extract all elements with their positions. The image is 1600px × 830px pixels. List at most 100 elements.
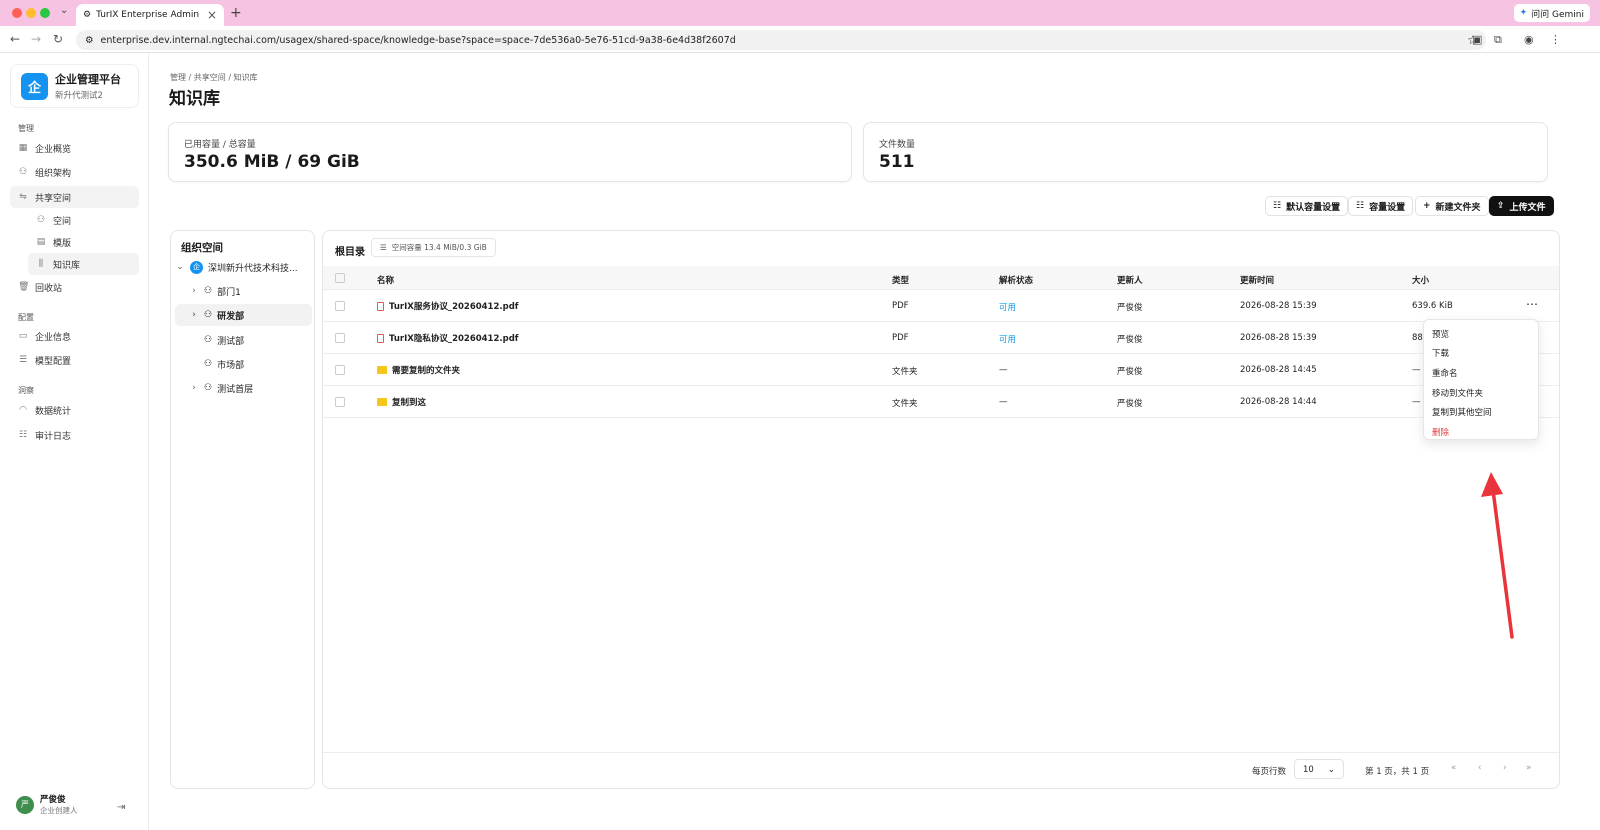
file-size: — xyxy=(1412,365,1421,375)
table-row[interactable]: TurIX服务协议_20260412.pdf PDF 可用 严俊俊 2026-0… xyxy=(323,290,1559,322)
quota-settings-button[interactable]: ☷ 容量设置 xyxy=(1348,196,1414,216)
menu-item-preview[interactable]: 预览 xyxy=(1424,324,1538,344)
user-profile[interactable]: 严 严俊俊 企业创建人 xyxy=(16,793,78,816)
pdf-file-icon xyxy=(377,301,384,311)
tree-node-root[interactable]: ⌄ 企 深圳新升代技术科技... xyxy=(175,256,312,278)
menu-item-copy-to-space[interactable]: 复制到其他空间 xyxy=(1424,402,1538,422)
menu-kebab-icon[interactable]: ⋮ xyxy=(1550,33,1561,46)
tree-node-test-top[interactable]: › ⚇ 测试首层 xyxy=(175,377,312,399)
first-page-icon[interactable]: « xyxy=(1451,763,1456,773)
user-name: 严俊俊 xyxy=(40,795,66,805)
org-chart-icon: ⚇ xyxy=(18,167,28,177)
pdf-file-icon xyxy=(377,333,384,343)
group-label-config: 配置 xyxy=(18,313,34,322)
logout-icon[interactable]: ⇥ xyxy=(117,802,125,813)
info-card-icon: ▭ xyxy=(18,331,28,341)
file-count-card: 文件数量 511 xyxy=(863,122,1548,182)
select-all-checkbox[interactable] xyxy=(335,273,345,283)
profile-icon[interactable]: ◉ xyxy=(1524,33,1534,46)
sidebar-item-org[interactable]: ⚇ 组织架构 xyxy=(10,161,139,183)
puzzle-icon[interactable]: ⧉ xyxy=(1494,33,1502,47)
next-page-icon[interactable]: › xyxy=(1503,763,1506,773)
upload-file-button[interactable]: ⇪ 上传文件 xyxy=(1489,196,1554,216)
table-row[interactable]: 复制到这 文件夹 — 严俊俊 2026-08-28 14:44 — xyxy=(323,386,1559,418)
tree-node-label: 部门1 xyxy=(217,287,241,298)
prev-page-icon[interactable]: ‹ xyxy=(1478,763,1481,773)
sidebar-item-audit-log[interactable]: ☷ 审计日志 xyxy=(10,424,139,446)
rows-per-page-select[interactable]: 10 ⌄ xyxy=(1294,759,1344,779)
chevron-right-icon[interactable]: › xyxy=(189,383,199,393)
library-icon: ⫼ xyxy=(38,259,44,269)
col-size: 大小 xyxy=(1412,276,1430,286)
tree-node-label: 测试部 xyxy=(217,336,245,347)
brand-card[interactable]: 企 企业管理平台 新升代测试2 xyxy=(10,64,139,108)
row-checkbox[interactable] xyxy=(335,333,345,343)
sidebar-item-knowledge-base[interactable]: ⫼ 知识库 xyxy=(28,253,139,275)
sidebar-item-space[interactable]: ⚇ 空间 xyxy=(28,209,139,231)
updater: 严俊俊 xyxy=(1117,303,1143,313)
tree-node-label: 市场部 xyxy=(217,360,245,371)
back-icon[interactable]: ← xyxy=(10,32,20,46)
row-checkbox[interactable] xyxy=(335,301,345,311)
chevron-right-icon[interactable]: › xyxy=(189,286,199,296)
tree-node-test[interactable]: ⚇ 测试部 xyxy=(175,329,312,351)
table-row[interactable]: 需要复制的文件夹 文件夹 — 严俊俊 2026-08-28 14:45 — xyxy=(323,354,1559,386)
parse-status: — xyxy=(999,365,1008,375)
file-size: 639.6 KiB xyxy=(1412,301,1453,311)
tab-list-icon[interactable]: ⌄ xyxy=(60,5,68,16)
tree-node-rd[interactable]: › ⚇ 研发部 xyxy=(175,304,312,326)
row-checkbox[interactable] xyxy=(335,397,345,407)
annotation-arrow-icon xyxy=(1481,472,1514,639)
folder-icon xyxy=(377,366,387,374)
url-field[interactable]: ⚙ enterprise.dev.internal.ngtechai.com/u… xyxy=(76,30,1486,50)
sidebar-item-template[interactable]: ▤ 模版 xyxy=(28,231,139,253)
close-window-icon[interactable] xyxy=(12,8,22,18)
sidebar-item-company-info[interactable]: ▭ 企业信息 xyxy=(10,325,139,347)
sidebar-item-model-config[interactable]: ☰ 模型配置 xyxy=(10,349,139,371)
new-folder-button[interactable]: + 新建文件夹 xyxy=(1415,196,1489,216)
maximize-window-icon[interactable] xyxy=(40,8,50,18)
sidebar-item-shared-space[interactable]: ⇋ 共享空间 xyxy=(10,186,139,208)
org-icon: ⚇ xyxy=(204,310,213,320)
file-type: PDF xyxy=(892,301,909,311)
sidebar-item-recycle-bin[interactable]: 🗑 回收站 xyxy=(10,276,139,298)
browser-tab[interactable]: ⚙ TurIX Enterprise Admin × xyxy=(76,4,224,26)
row-checkbox[interactable] xyxy=(335,365,345,375)
more-actions-icon[interactable]: ⋯ xyxy=(1526,297,1538,311)
default-quota-button[interactable]: ☷ 默认容量设置 xyxy=(1265,196,1349,216)
forward-icon[interactable]: → xyxy=(31,32,41,46)
extension-icon[interactable]: ▣ xyxy=(1472,33,1482,46)
file-name-cell: TurIX服务协议_20260412.pdf xyxy=(377,300,518,312)
reload-icon[interactable]: ↻ xyxy=(53,32,63,46)
last-page-icon[interactable]: » xyxy=(1526,763,1531,773)
button-label: 默认容量设置 xyxy=(1286,202,1341,213)
chevron-down-icon[interactable]: ⌄ xyxy=(175,262,185,272)
tree-node-dept1[interactable]: › ⚇ 部门1 xyxy=(175,280,312,302)
tree-node-market[interactable]: ⚇ 市场部 xyxy=(175,353,312,375)
breadcrumb: 管理 / 共享空间 / 知识库 xyxy=(170,73,258,82)
site-favicon-icon: ⚙ xyxy=(83,10,92,20)
menu-item-download[interactable]: 下载 xyxy=(1424,344,1538,364)
sidebar-item-statistics[interactable]: ◠ 数据统计 xyxy=(10,399,139,421)
group-label-insight: 洞察 xyxy=(18,386,34,395)
page-title: 知识库 xyxy=(169,89,220,109)
menu-item-rename[interactable]: 重命名 xyxy=(1424,363,1538,383)
gemini-button[interactable]: ✦ 问问 Gemini xyxy=(1513,4,1590,22)
sidebar-item-overview[interactable]: ▦ 企业概览 xyxy=(10,137,139,159)
new-tab-icon[interactable]: + xyxy=(230,5,242,21)
menu-item-move[interactable]: 移动到文件夹 xyxy=(1424,383,1538,403)
database-icon: ☰ xyxy=(380,243,387,252)
brand-subtitle: 新升代测试2 xyxy=(55,91,103,101)
file-name: 需要复制的文件夹 xyxy=(392,366,461,376)
app-window: 企 企业管理平台 新升代测试2 管理 ▦ 企业概览 ⚇ 组织架构 ⇋ 共享空间 ⚇ 空间… xyxy=(0,53,1600,830)
update-time: 2026-08-28 15:39 xyxy=(1240,301,1317,311)
parse-status: 可用 xyxy=(999,335,1017,345)
table-row[interactable]: TurIX隐私协议_20260412.pdf PDF 可用 严俊俊 2026-0… xyxy=(323,322,1559,354)
minimize-window-icon[interactable] xyxy=(26,8,36,18)
brand-name: 企业管理平台 xyxy=(55,73,121,86)
chevron-right-icon[interactable]: › xyxy=(189,310,199,320)
parse-status: — xyxy=(999,397,1008,407)
menu-item-delete[interactable]: 删除 xyxy=(1424,422,1538,442)
close-tab-icon[interactable]: × xyxy=(207,8,217,22)
site-info-icon[interactable]: ⚙ xyxy=(85,35,94,46)
